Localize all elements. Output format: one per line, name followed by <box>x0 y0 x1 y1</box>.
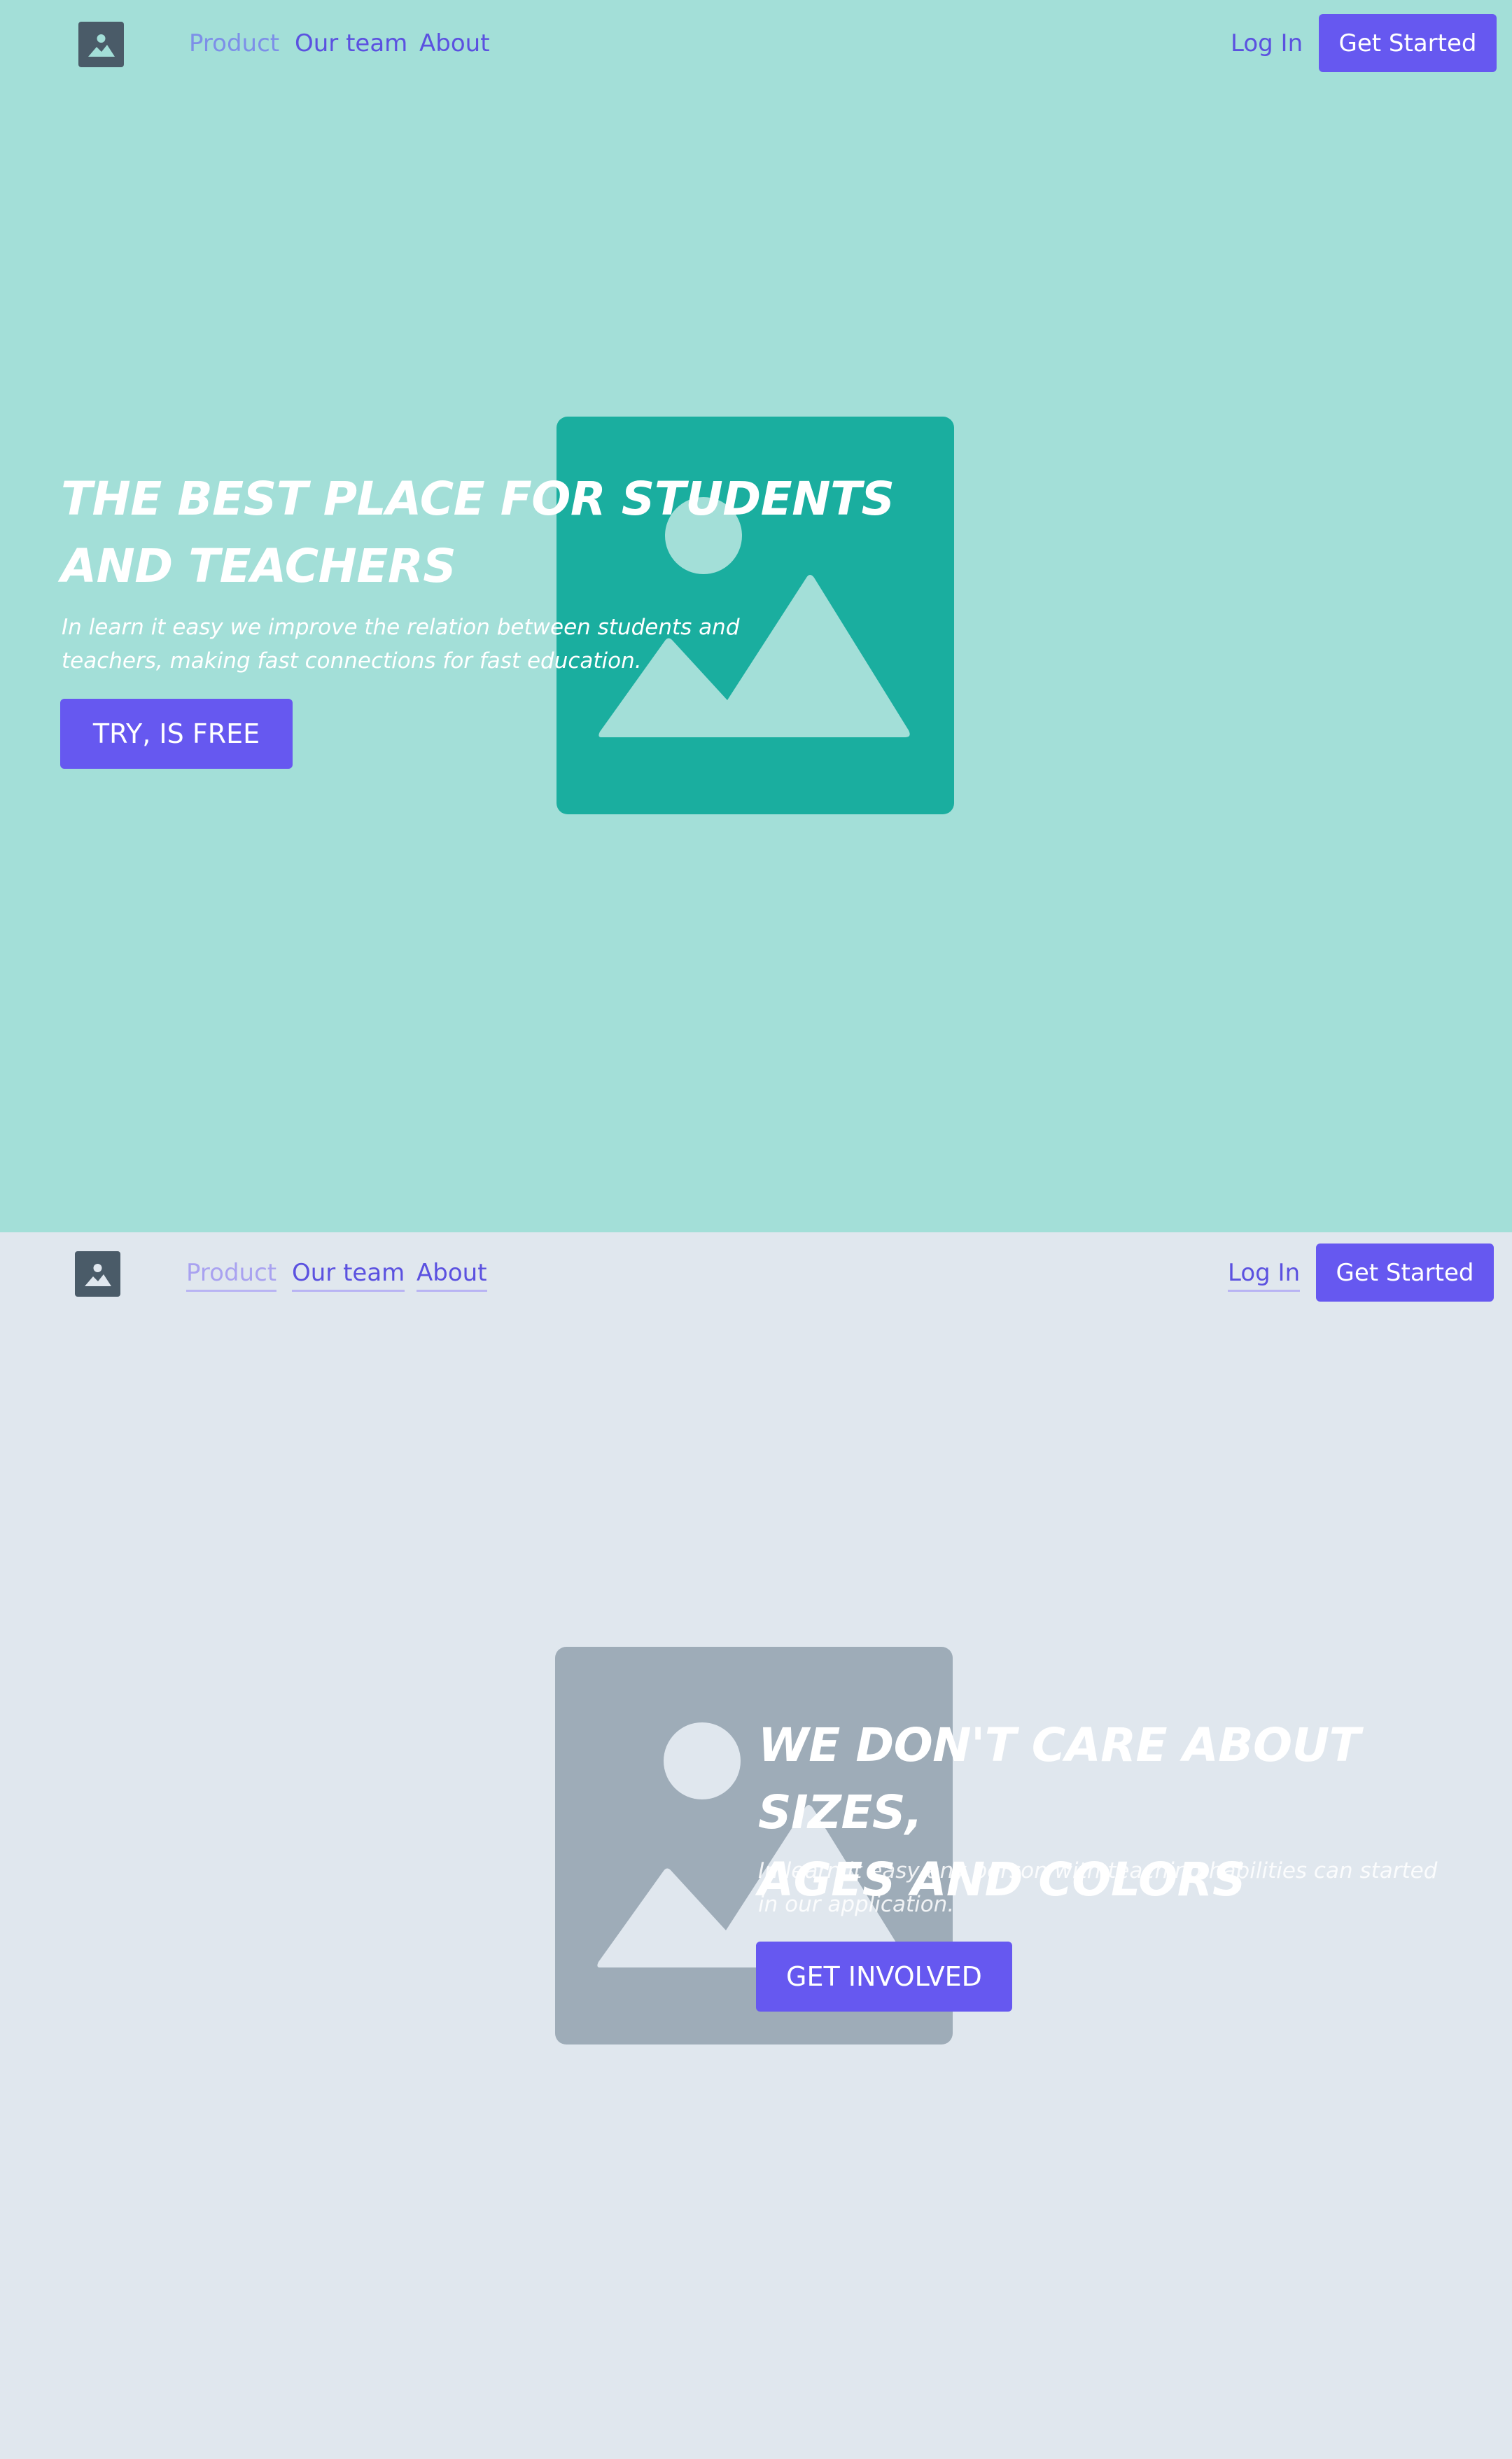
nav-our-team-link[interactable]: Our team <box>292 1258 405 1292</box>
logo-icon[interactable] <box>78 22 124 67</box>
nav-product-link[interactable]: Product <box>189 28 279 59</box>
login-link[interactable]: Log In <box>1228 1258 1301 1292</box>
logo-icon[interactable] <box>75 1251 120 1297</box>
get-started-button[interactable]: Get Started <box>1319 14 1497 72</box>
features-subtitle: In learn it easy any person with teachin… <box>758 1854 1437 1921</box>
nav-about-link[interactable]: About <box>416 1258 487 1292</box>
hero-subtitle: In learn it easy we improve the relation… <box>62 611 740 678</box>
hero-section: Product Our team About Log In Get Starte… <box>0 0 1512 1232</box>
get-started-button[interactable]: Get Started <box>1316 1244 1494 1302</box>
hero-title: THE BEST PLACE FOR STUDENTS AND TEACHERS <box>61 466 895 600</box>
features-subtitle-line2: in our application. <box>758 1892 955 1917</box>
features-title-line1: WE DON'T CARE ABOUT SIZES, <box>758 1718 1361 1839</box>
features-section: Product Our team About Log In Get Starte… <box>0 1232 1512 2459</box>
hero-title-line1: THE BEST PLACE FOR STUDENTS <box>61 472 895 526</box>
try-free-button[interactable]: TRY, IS FREE <box>60 699 293 769</box>
nav-about-link[interactable]: About <box>419 28 490 59</box>
login-link[interactable]: Log In <box>1231 28 1303 59</box>
nav-our-team-link[interactable]: Our team <box>295 28 407 59</box>
hero-subtitle-line2: teachers, making fast connections for fa… <box>62 648 642 674</box>
nav-product-link[interactable]: Product <box>186 1258 277 1292</box>
features-subtitle-line1: In learn it easy any person with teachin… <box>758 1858 1438 1883</box>
get-involved-button[interactable]: GET INVOLVED <box>756 1942 1012 2012</box>
hero-title-line2: AND TEACHERS <box>61 539 456 593</box>
hero-subtitle-line1: In learn it easy we improve the relation… <box>62 615 740 640</box>
